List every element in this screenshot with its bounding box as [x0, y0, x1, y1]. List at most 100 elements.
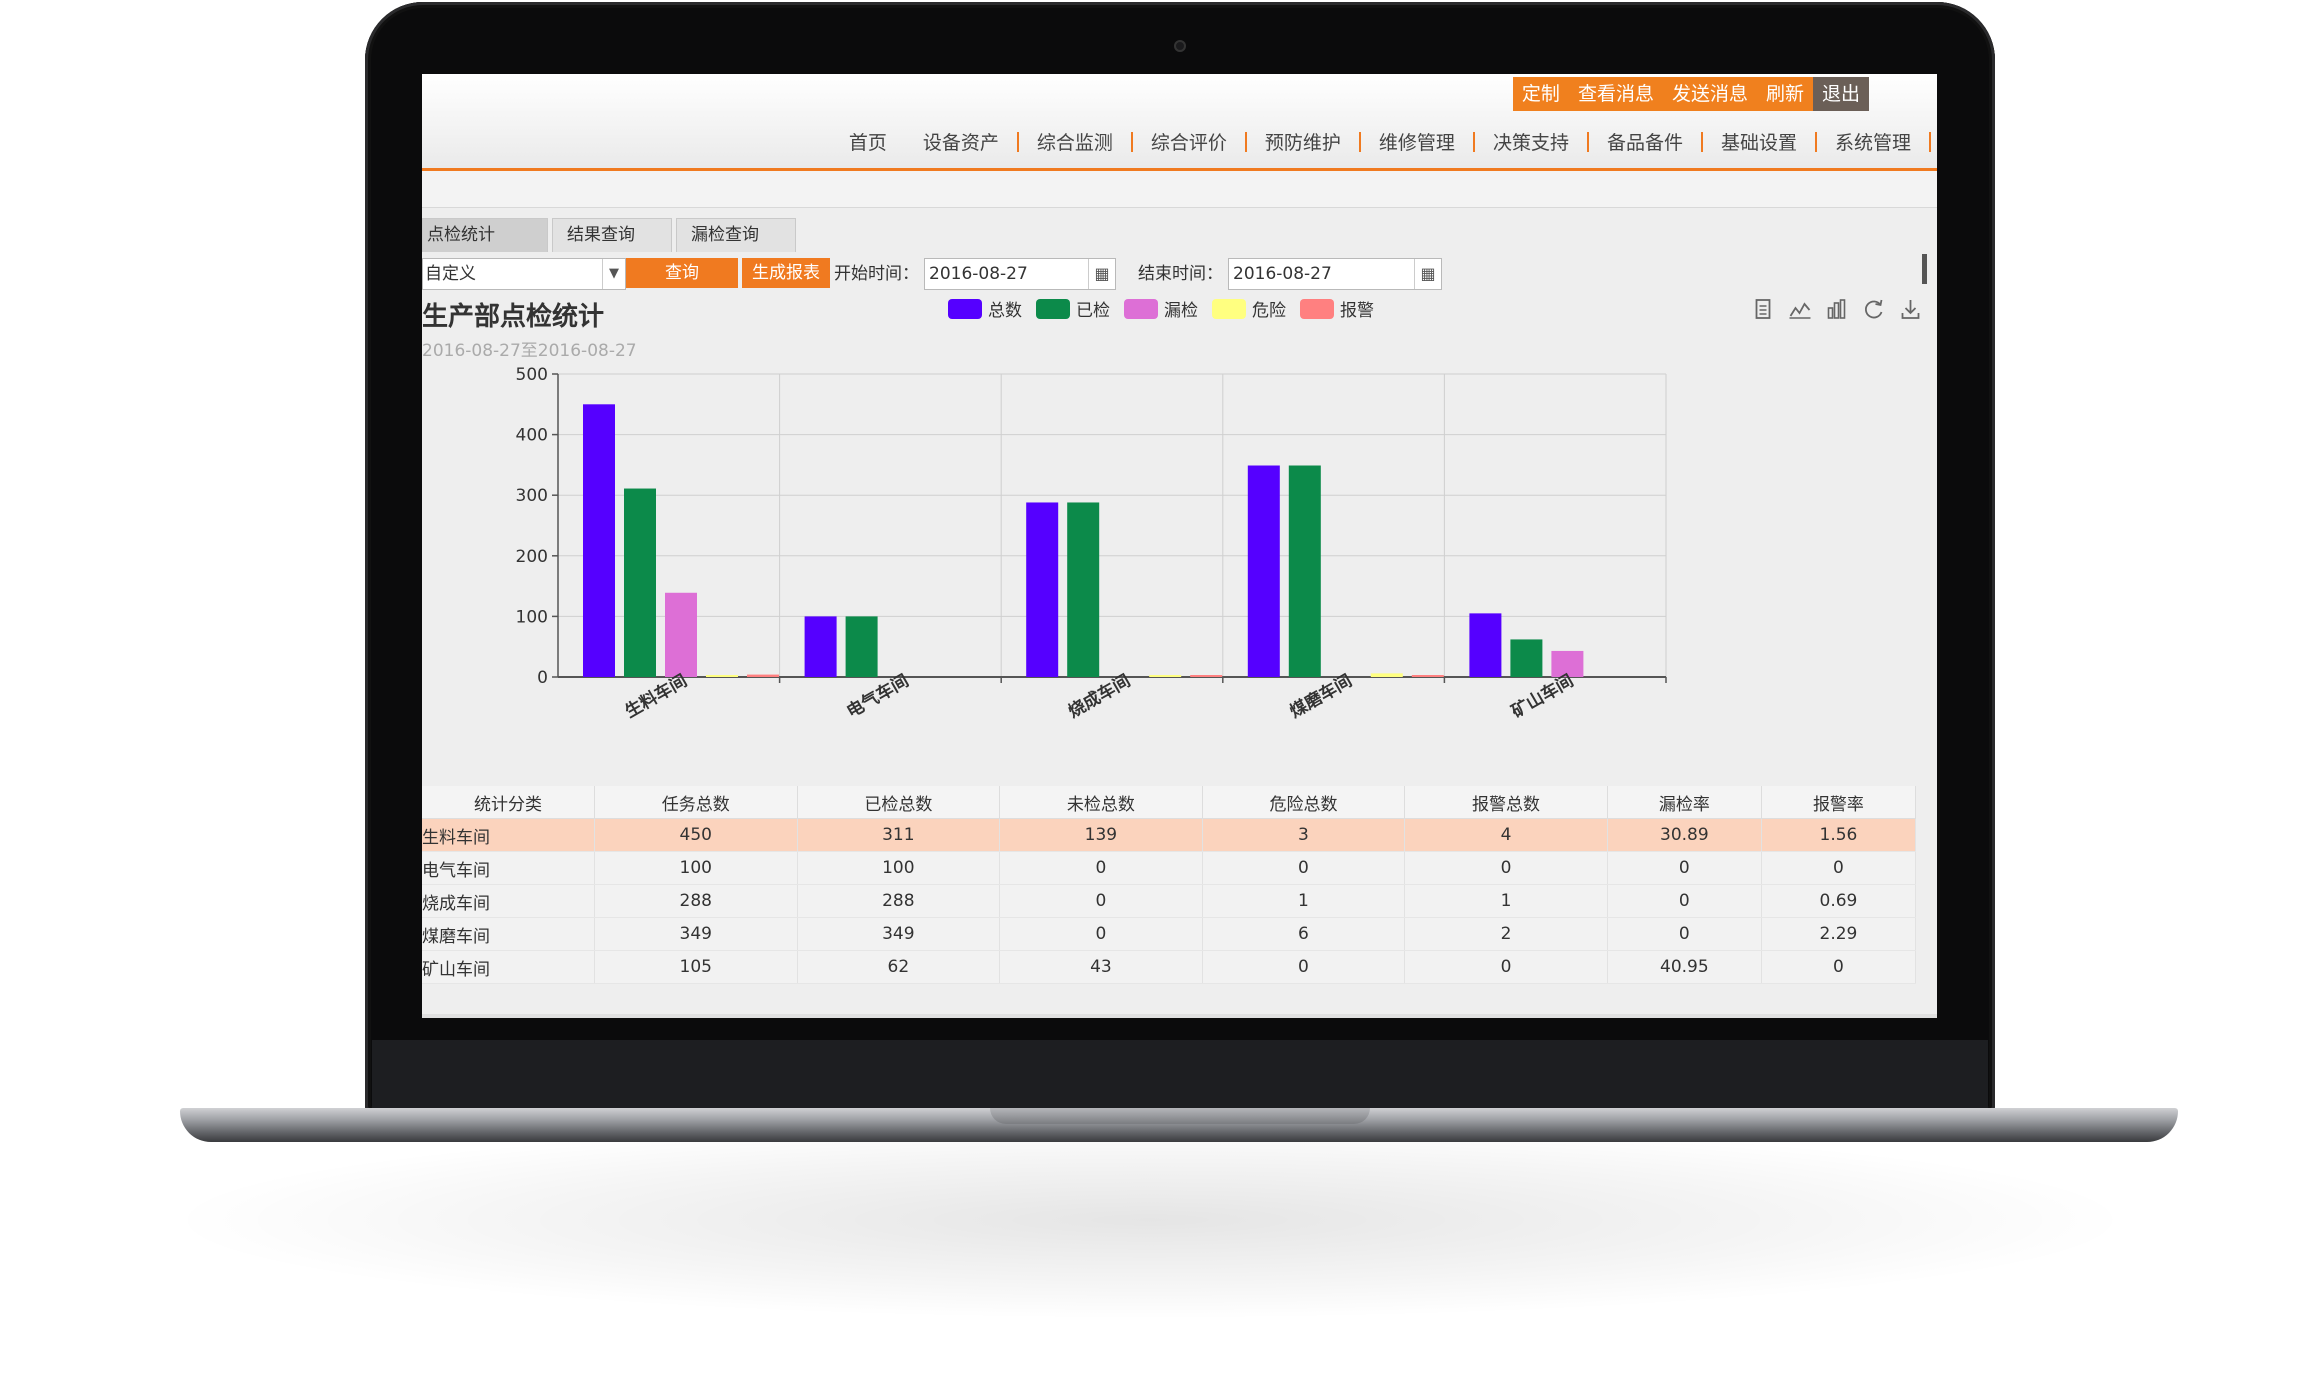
bar [624, 488, 656, 677]
table-cell: 电气车间 [422, 851, 595, 885]
legend-swatch [1212, 298, 1246, 319]
legend-swatch [1036, 298, 1070, 319]
app-header: 定制 查看消息 发送消息 刷新 退出 首页 设备资产 综合监测 综合评价 预防维… [422, 74, 1937, 171]
nav-item-monitoring[interactable]: 综合监测 [1019, 128, 1131, 155]
period-select[interactable]: 自定义 ▼ [422, 258, 626, 290]
table-cell: 349 [797, 917, 1001, 951]
table-cell: 100 [797, 851, 1001, 885]
camera-icon [1174, 40, 1186, 52]
table-cell: 1 [1404, 884, 1608, 918]
bar [1469, 613, 1502, 677]
y-tick-label: 0 [537, 668, 548, 688]
nav-item-evaluation[interactable]: 综合评价 [1133, 128, 1245, 155]
nav-item-assets[interactable]: 设备资产 [905, 128, 1017, 155]
refresh-icon[interactable] [1855, 296, 1892, 322]
report-subtitle: 2016-08-27至2016-08-27 [422, 341, 637, 361]
tab-inspection-stats[interactable]: 点检统计 [422, 218, 548, 252]
table-cell: 311 [797, 818, 1001, 852]
table-row[interactable]: 煤磨车间 349 349 0 6 2 0 2.29 [422, 917, 1917, 951]
data-view-icon[interactable] [1744, 296, 1781, 322]
refresh-button[interactable]: 刷新 [1756, 77, 1813, 111]
chevron-down-icon[interactable]: ▼ [602, 259, 625, 289]
bar [747, 674, 779, 677]
table-cell: 0 [1607, 851, 1762, 885]
tab-missed-query[interactable]: 漏检查询 [676, 218, 796, 252]
legend-item[interactable]: 总数 [948, 296, 1022, 321]
query-button[interactable]: 查询 [626, 258, 738, 288]
legend-item[interactable]: 漏检 [1124, 296, 1198, 321]
line-chart-icon[interactable] [1781, 296, 1818, 322]
laptop-notch [990, 1108, 1370, 1124]
stats-table: 统计分类 任务总数 已检总数 未检总数 危险总数 报警总数 漏检率 报警率 生料… [422, 786, 1917, 984]
send-message-button[interactable]: 发送消息 [1662, 77, 1757, 111]
generate-report-button[interactable]: 生成报表 [742, 258, 830, 288]
table-cell: 1 [1202, 884, 1406, 918]
customize-button[interactable]: 定制 [1512, 77, 1569, 111]
end-date-value: 2016-08-27 [1233, 264, 1332, 284]
table-cell: 0 [1607, 917, 1762, 951]
chart-legend: 总数 已检 漏检 危险 报警 [948, 296, 1388, 321]
table-cell: 0 [1202, 851, 1406, 885]
table-cell: 0.69 [1761, 884, 1917, 918]
nav-item-decision[interactable]: 决策支持 [1475, 128, 1587, 155]
nav-item-preventive[interactable]: 预防维护 [1247, 128, 1359, 155]
legend-swatch [948, 298, 982, 319]
table-cell: 0 [1404, 851, 1608, 885]
legend-item[interactable]: 已检 [1036, 296, 1110, 321]
end-date-input[interactable]: 2016-08-27 ▦ [1228, 258, 1442, 290]
legend-item[interactable]: 危险 [1212, 296, 1286, 321]
nav-item-maintenance[interactable]: 维修管理 [1361, 128, 1473, 155]
bar-chart-icon[interactable] [1818, 296, 1855, 322]
tab-result-query[interactable]: 结果查询 [552, 218, 672, 252]
calendar-icon[interactable]: ▦ [1088, 259, 1115, 289]
bar [665, 592, 697, 677]
exit-button[interactable]: 退出 [1812, 77, 1869, 111]
table-cell: 0 [1202, 950, 1406, 984]
legend-label: 总数 [988, 301, 1022, 321]
table-row[interactable]: 烧成车间 288 288 0 1 1 0 0.69 [422, 884, 1917, 918]
table-cell: 0 [1404, 950, 1608, 984]
table-cell: 139 [999, 818, 1203, 852]
nav-item-home[interactable]: 首页 [831, 128, 905, 155]
table-cell: 烧成车间 [422, 884, 595, 918]
bar [706, 675, 738, 677]
table-header-row: 统计分类 任务总数 已检总数 未检总数 危险总数 报警总数 漏检率 报警率 [422, 786, 1917, 819]
nav-item-settings[interactable]: 基础设置 [1703, 128, 1815, 155]
scrollbar[interactable] [1922, 254, 1927, 284]
bar [1190, 675, 1223, 677]
table-cell: 0 [999, 851, 1203, 885]
column-header: 报警率 [1761, 786, 1917, 819]
app-screen: 定制 查看消息 发送消息 刷新 退出 首页 设备资产 综合监测 综合评价 预防维… [422, 74, 1937, 1018]
chart-toolbox [1744, 296, 1929, 322]
bar [1247, 465, 1280, 677]
column-header: 漏检率 [1607, 786, 1762, 819]
table-cell: 6 [1202, 917, 1406, 951]
y-tick-label: 400 [516, 426, 548, 446]
bar [1067, 502, 1100, 677]
legend-item[interactable]: 报警 [1300, 296, 1374, 321]
nav-item-system[interactable]: 系统管理 [1817, 128, 1929, 155]
view-messages-button[interactable]: 查看消息 [1568, 77, 1663, 111]
table-row[interactable]: 矿山车间 105 62 43 0 0 40.95 0 [422, 950, 1917, 984]
table-row[interactable]: 生料车间 450 311 139 3 4 30.89 1.56 [422, 818, 1917, 852]
table-cell: 4 [1404, 818, 1608, 852]
table-cell: 3 [1202, 818, 1406, 852]
start-date-input[interactable]: 2016-08-27 ▦ [924, 258, 1116, 290]
bar [1370, 673, 1403, 677]
nav-divider [1929, 131, 1931, 152]
table-cell: 0 [1607, 884, 1762, 918]
start-date-value: 2016-08-27 [929, 264, 1028, 284]
column-header: 任务总数 [594, 786, 798, 819]
calendar-icon[interactable]: ▦ [1414, 259, 1441, 289]
table-cell: 0 [999, 884, 1203, 918]
table-cell: 450 [594, 818, 798, 852]
table-cell: 2.29 [1761, 917, 1917, 951]
nav-item-spares[interactable]: 备品备件 [1589, 128, 1701, 155]
download-icon[interactable] [1892, 296, 1929, 322]
column-header: 报警总数 [1404, 786, 1608, 819]
table-cell: 62 [797, 950, 1001, 984]
table-row[interactable]: 电气车间 100 100 0 0 0 0 0 [422, 851, 1917, 885]
end-time-label: 结束时间： [1138, 264, 1223, 284]
table-cell: 100 [594, 851, 798, 885]
table-cell: 43 [999, 950, 1203, 984]
